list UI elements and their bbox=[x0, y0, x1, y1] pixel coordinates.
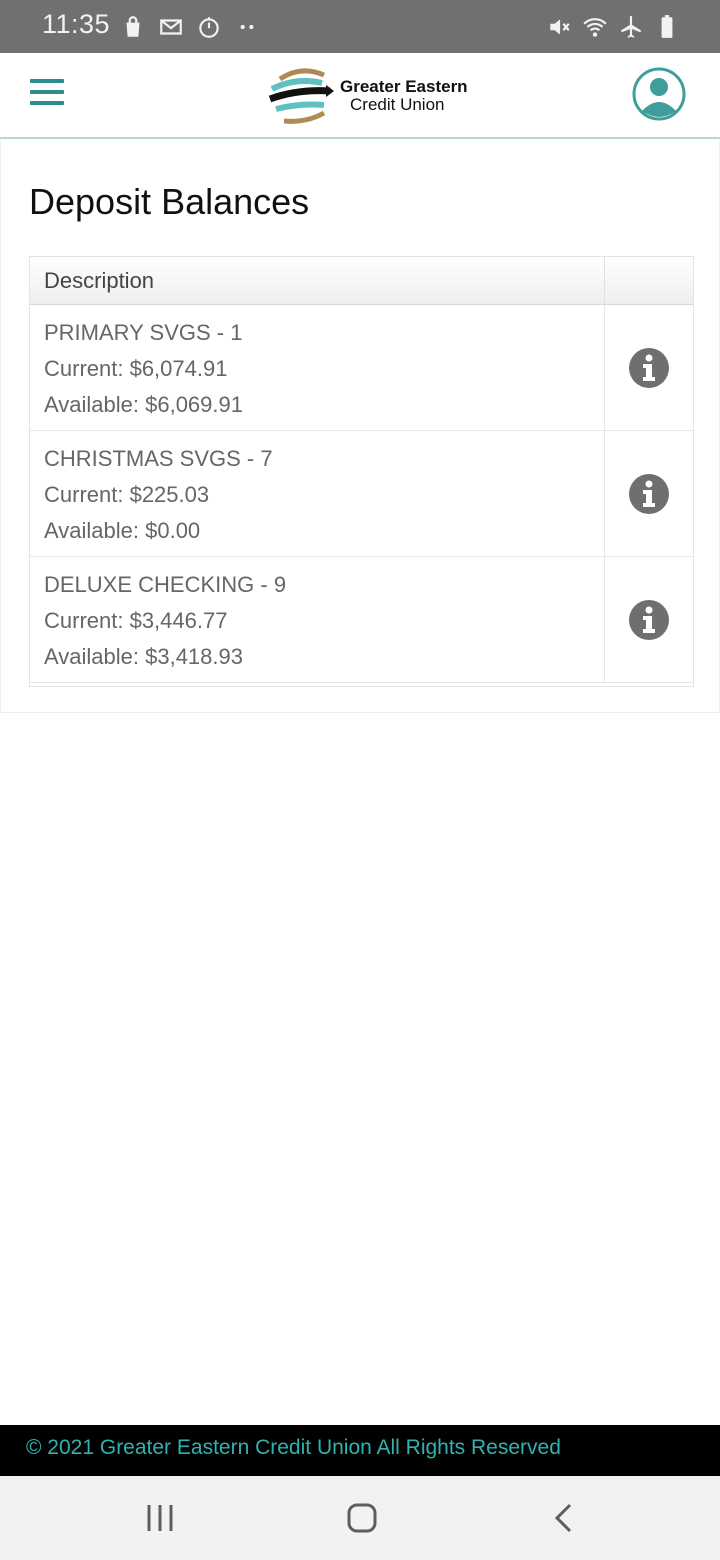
current-balance: Current: $225.03 bbox=[44, 482, 210, 507]
copyright-text: © 2021 Greater Eastern Credit Union All … bbox=[26, 1436, 561, 1459]
account-name: DELUXE CHECKING - 9 bbox=[44, 572, 287, 597]
table-row[interactable]: CHRISTMAS SVGS - 7 Current: $225.03 Avai… bbox=[30, 431, 693, 557]
hamburger-line bbox=[30, 90, 64, 94]
row-actions bbox=[605, 431, 693, 556]
profile-button[interactable] bbox=[632, 67, 686, 121]
available-balance: Available: $0.00 bbox=[44, 518, 201, 543]
row-actions bbox=[605, 305, 693, 430]
available-balance: Available: $3,418.93 bbox=[44, 644, 243, 669]
table-row[interactable]: DELUXE CHECKING - 9 Current: $3,446.77 A… bbox=[30, 557, 693, 683]
available-balance: Available: $6,069.91 bbox=[44, 392, 243, 417]
logo-subtitle: Credit Union bbox=[350, 95, 445, 114]
wifi-icon bbox=[582, 14, 608, 40]
current-balance: Current: $3,446.77 bbox=[44, 608, 228, 633]
column-header-description: Description bbox=[30, 257, 605, 304]
recent-apps-icon bbox=[147, 1505, 173, 1531]
content-card: Deposit Balances Description PRIMARY SVG… bbox=[0, 139, 720, 713]
account-name: PRIMARY SVGS - 1 bbox=[44, 320, 243, 345]
app-header: Greater Eastern Credit Union bbox=[0, 53, 720, 139]
account-description: DELUXE CHECKING - 9 Current: $3,446.77 A… bbox=[30, 557, 605, 682]
system-navigation-bar bbox=[0, 1476, 720, 1560]
hamburger-line bbox=[30, 101, 64, 105]
home-icon bbox=[347, 1503, 377, 1533]
account-name: CHRISTMAS SVGS - 7 bbox=[44, 446, 273, 471]
logo-swirl-icon bbox=[268, 68, 334, 124]
back-button[interactable] bbox=[544, 1498, 584, 1538]
page-title: Deposit Balances bbox=[29, 181, 310, 222]
status-bar: 11:35 bbox=[0, 0, 720, 53]
row-actions bbox=[605, 557, 693, 682]
account-description: PRIMARY SVGS - 1 Current: $6,074.91 Avai… bbox=[30, 305, 605, 430]
more-dots-icon bbox=[234, 14, 260, 40]
footer: © 2021 Greater Eastern Credit Union All … bbox=[0, 1425, 720, 1476]
info-icon bbox=[629, 473, 669, 514]
credit-union-logo[interactable]: Greater Eastern Credit Union bbox=[266, 63, 468, 129]
timer-icon bbox=[196, 14, 222, 40]
gmail-icon bbox=[158, 14, 184, 40]
account-description: CHRISTMAS SVGS - 7 Current: $225.03 Avai… bbox=[30, 431, 605, 556]
back-icon bbox=[554, 1503, 572, 1533]
table-header: Description bbox=[30, 257, 693, 305]
logo-title: Greater Eastern bbox=[340, 77, 468, 96]
deposit-balances-table: Description PRIMARY SVGS - 1 Current: $6… bbox=[29, 256, 694, 687]
shopping-bag-icon bbox=[120, 14, 146, 40]
recent-apps-button[interactable] bbox=[140, 1498, 180, 1538]
status-notification-icons bbox=[120, 14, 260, 40]
home-button[interactable] bbox=[342, 1498, 382, 1538]
menu-button[interactable] bbox=[30, 79, 68, 111]
status-time: 11:35 bbox=[42, 9, 111, 39]
info-button[interactable] bbox=[628, 473, 670, 515]
battery-icon bbox=[654, 14, 680, 40]
logo-text: Greater Eastern Credit Union bbox=[340, 78, 468, 114]
info-button[interactable] bbox=[628, 599, 670, 641]
mute-icon bbox=[546, 14, 572, 40]
user-avatar-icon bbox=[632, 67, 686, 121]
hamburger-line bbox=[30, 79, 64, 83]
table-row[interactable]: PRIMARY SVGS - 1 Current: $6,074.91 Avai… bbox=[30, 305, 693, 431]
info-button[interactable] bbox=[628, 347, 670, 389]
info-icon bbox=[629, 347, 669, 388]
status-system-icons bbox=[546, 14, 680, 40]
column-header-actions bbox=[605, 257, 693, 304]
airplane-mode-icon bbox=[618, 14, 644, 40]
current-balance: Current: $6,074.91 bbox=[44, 356, 228, 381]
info-icon bbox=[629, 599, 669, 640]
table-footer-divider bbox=[30, 683, 693, 687]
